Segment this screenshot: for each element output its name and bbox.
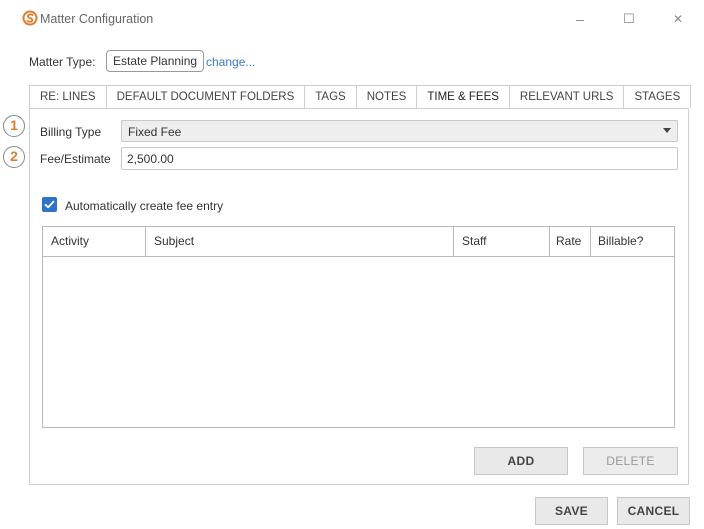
tab-notes[interactable]: NOTES [356, 85, 418, 108]
add-button[interactable]: ADD [474, 447, 568, 475]
billing-type-value: Fixed Fee [128, 125, 182, 139]
callout-marker-2: 2 [3, 146, 25, 168]
billing-type-label: Billing Type [40, 125, 102, 139]
checkmark-icon [44, 200, 55, 209]
cancel-button[interactable]: CANCEL [617, 497, 690, 525]
matter-type-label: Matter Type: [29, 55, 96, 69]
tab-relevant-urls[interactable]: RELEVANT URLS [509, 85, 625, 108]
tab-default-document-folders[interactable]: DEFAULT DOCUMENT FOLDERS [106, 85, 306, 108]
callout-marker-1: 1 [3, 115, 25, 137]
fee-estimate-label: Fee/Estimate [40, 152, 111, 166]
column-header-billable[interactable]: Billable? [591, 227, 674, 256]
auto-fee-label: Automatically create fee entry [65, 199, 224, 213]
billing-type-select[interactable]: Fixed Fee [121, 120, 678, 142]
column-header-subject[interactable]: Subject [146, 227, 454, 256]
tab-bar: RE: LINES DEFAULT DOCUMENT FOLDERS TAGS … [29, 85, 692, 109]
auto-fee-checkbox[interactable] [42, 197, 57, 212]
tab-tags[interactable]: TAGS [305, 85, 357, 108]
tab-time-and-fees[interactable]: TIME & FEES [417, 85, 510, 109]
save-button[interactable]: SAVE [535, 497, 608, 525]
fee-entries-table: Activity Subject Staff Rate Billable? [42, 226, 675, 428]
change-matter-type-link[interactable]: change... [206, 55, 255, 69]
app-logo-icon [22, 10, 38, 26]
delete-button[interactable]: DELETE [583, 447, 678, 475]
title-bar: Matter Configuration – ☐ ✕ [0, 0, 704, 38]
close-button[interactable]: ✕ [666, 8, 690, 30]
fee-estimate-input[interactable] [121, 147, 678, 170]
column-header-staff[interactable]: Staff [454, 227, 550, 256]
chevron-down-icon [663, 128, 671, 133]
matter-type-value: Estate Planning [106, 50, 205, 72]
tab-re-lines[interactable]: RE: LINES [29, 85, 107, 108]
column-header-activity[interactable]: Activity [43, 227, 146, 256]
column-header-rate[interactable]: Rate [550, 227, 591, 256]
window-title: Matter Configuration [40, 12, 154, 26]
maximize-button[interactable]: ☐ [617, 8, 641, 30]
tab-stages[interactable]: STAGES [624, 85, 692, 108]
minimize-button[interactable]: – [568, 8, 592, 30]
table-header: Activity Subject Staff Rate Billable? [43, 227, 674, 257]
